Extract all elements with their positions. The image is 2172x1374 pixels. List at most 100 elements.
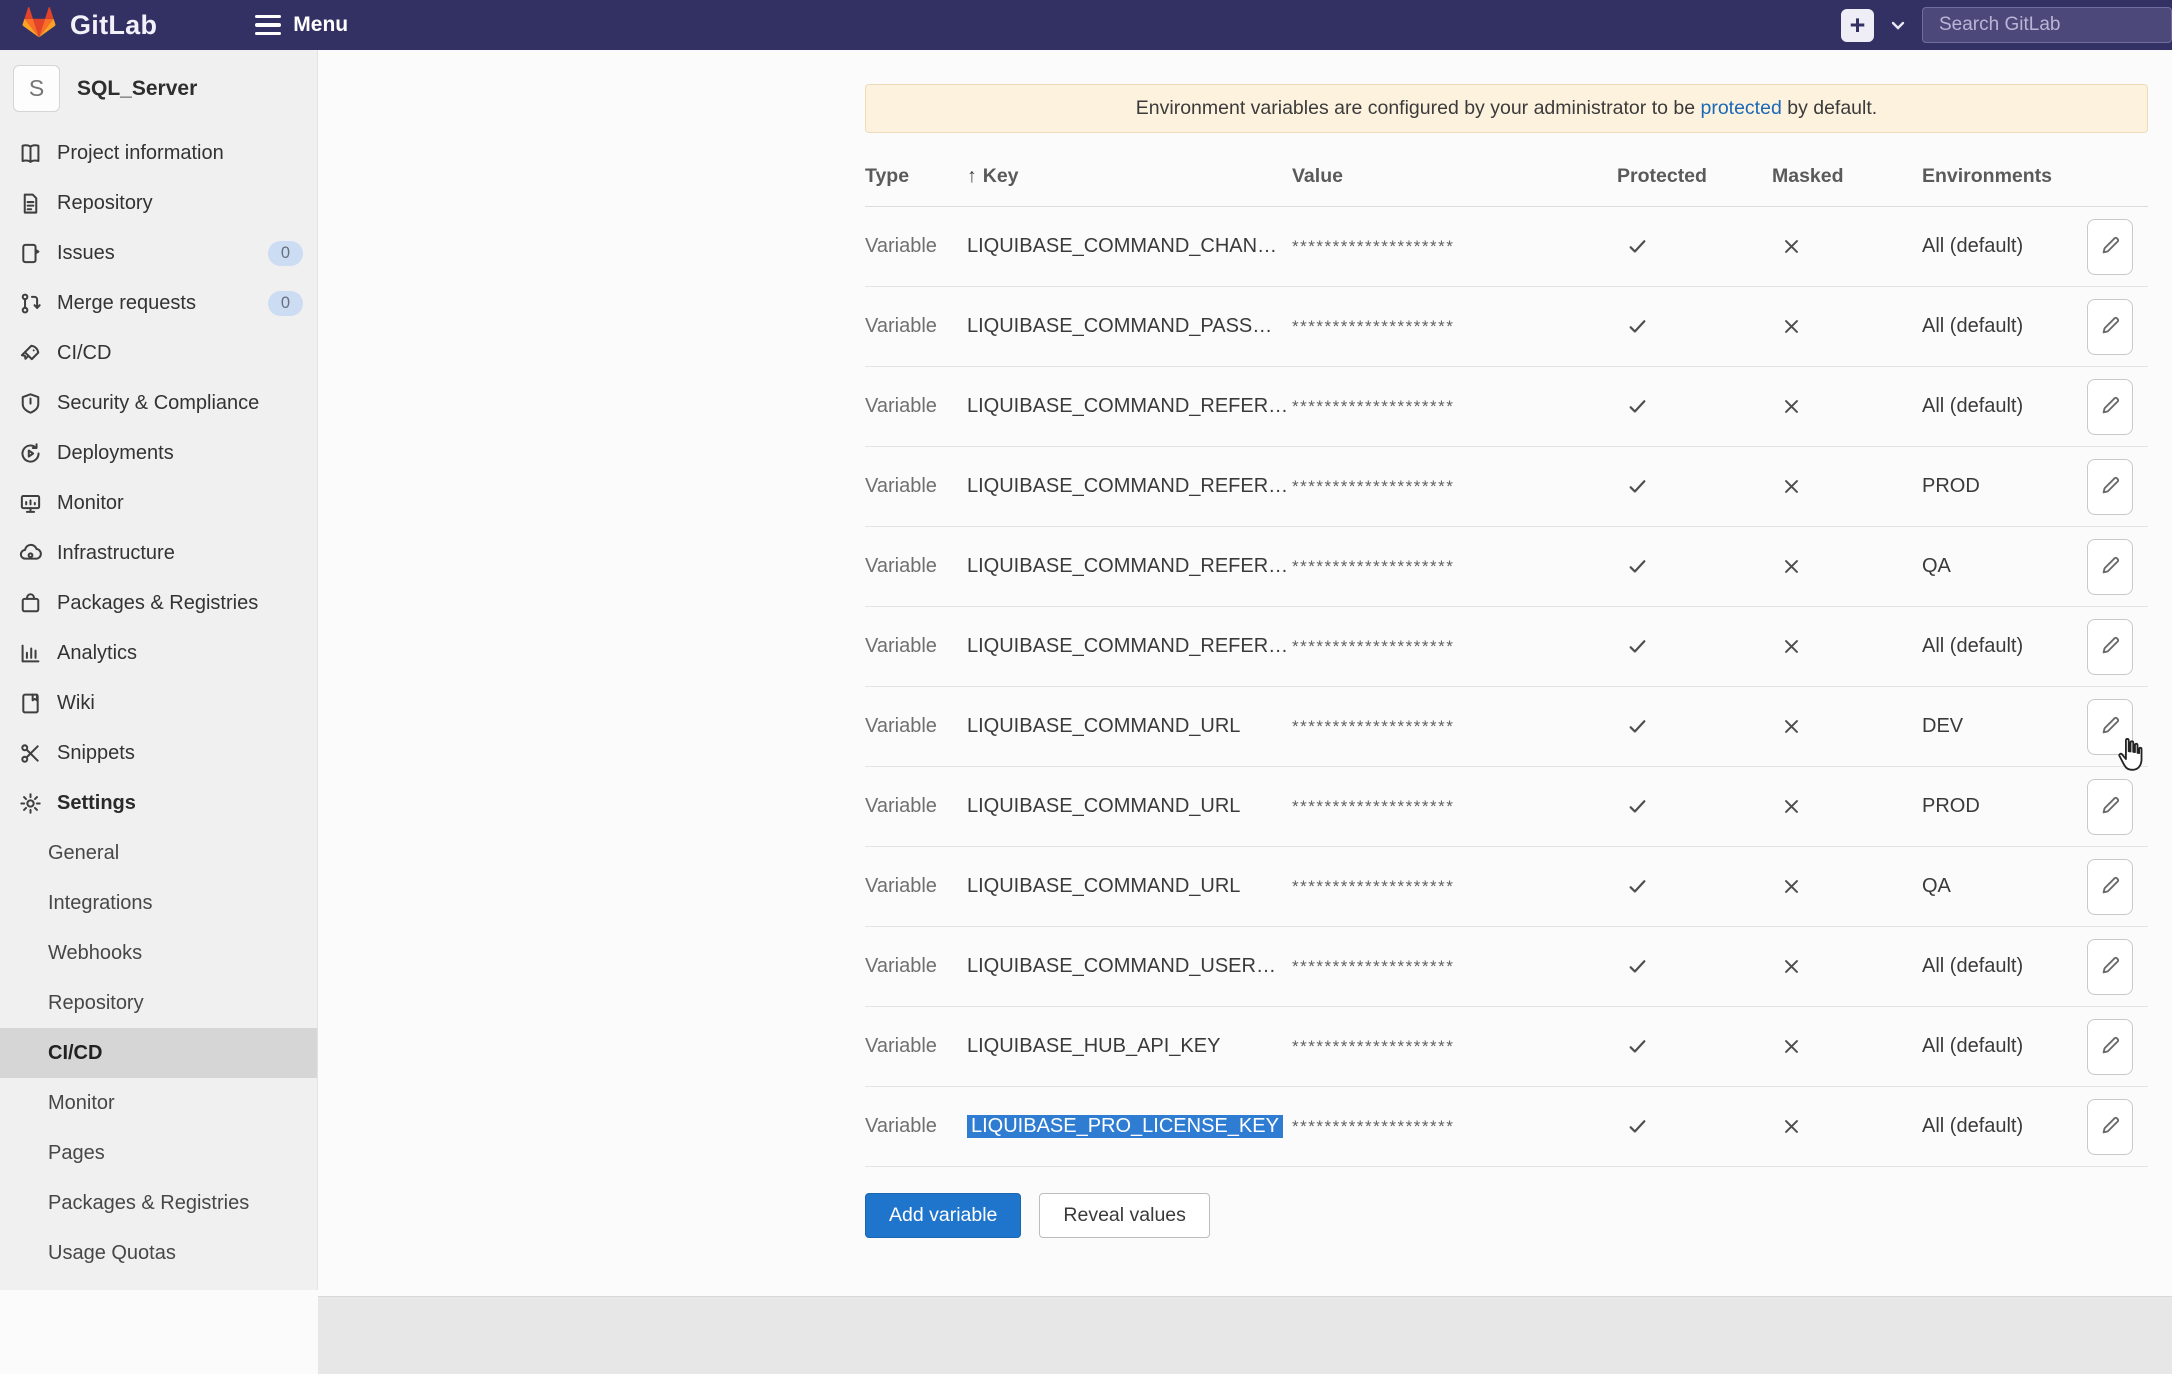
sidebar-item-snippets[interactable]: Snippets <box>0 728 317 778</box>
edit-variable-button[interactable] <box>2087 1019 2133 1075</box>
sidebar-subitem-integrations[interactable]: Integrations <box>0 878 317 928</box>
variable-key-text[interactable]: LIQUIBASE_COMMAND_REFER… <box>967 635 1288 657</box>
edit-variable-button[interactable] <box>2087 299 2133 355</box>
variable-key-text[interactable]: LIQUIBASE_COMMAND_URL <box>967 715 1240 737</box>
edit-variable-button[interactable] <box>2087 859 2133 915</box>
protected-check-icon <box>1617 1036 1772 1057</box>
sidebar-subitem-monitor[interactable]: Monitor <box>0 1078 317 1128</box>
variable-row: VariableLIQUIBASE_COMMAND_CHAN…*********… <box>865 207 2148 287</box>
masked-cross-icon <box>1772 397 1922 416</box>
variable-type: Variable <box>865 795 967 818</box>
plus-icon: + <box>1850 12 1866 39</box>
add-variable-button[interactable]: Add variable <box>865 1193 1021 1238</box>
masked-value: ******************** <box>1292 637 1617 657</box>
edit-variable-button[interactable] <box>2087 1099 2133 1155</box>
column-header-key[interactable]: ↑Key <box>967 165 1292 188</box>
variable-key-text[interactable]: LIQUIBASE_COMMAND_CHAN… <box>967 235 1277 257</box>
column-header-masked[interactable]: Masked <box>1772 165 1922 188</box>
sidebar-project-row[interactable]: S SQL_Server <box>0 50 317 128</box>
pencil-icon <box>2099 634 2122 660</box>
variable-type: Variable <box>865 555 967 578</box>
edit-variable-button[interactable] <box>2087 699 2133 755</box>
variable-key-text[interactable]: LIQUIBASE_COMMAND_REFER… <box>967 555 1288 577</box>
variable-key-text[interactable]: LIQUIBASE_COMMAND_USER… <box>967 955 1276 977</box>
sidebar-item-monitor[interactable]: Monitor <box>0 478 317 528</box>
new-item-button[interactable]: + <box>1841 9 1874 42</box>
variable-key: LIQUIBASE_COMMAND_URL <box>967 875 1292 898</box>
edit-variable-button[interactable] <box>2087 939 2133 995</box>
sidebar-item-label: Merge requests <box>57 292 196 315</box>
sidebar-item-repository[interactable]: Repository <box>0 178 317 228</box>
edit-variable-button[interactable] <box>2087 219 2133 275</box>
sidebar-item-settings[interactable]: Settings <box>0 778 317 828</box>
sidebar-item-label: Project information <box>57 142 224 165</box>
shield-icon <box>17 392 43 415</box>
variable-key-text[interactable]: LIQUIBASE_COMMAND_URL <box>967 875 1240 897</box>
edit-variable-button[interactable] <box>2087 459 2133 515</box>
variable-row: VariableLIQUIBASE_COMMAND_PASS…*********… <box>865 287 2148 367</box>
edit-variable-button[interactable] <box>2087 779 2133 835</box>
sidebar-subitem-repository[interactable]: Repository <box>0 978 317 1028</box>
variables-table-header: Type ↑Key Value Protected Masked Environ… <box>865 165 2148 207</box>
masked-cross-icon <box>1772 1037 1922 1056</box>
sidebar-item-wiki[interactable]: Wiki <box>0 678 317 728</box>
variable-key: LIQUIBASE_COMMAND_PASS… <box>967 315 1292 338</box>
sidebar-subitem-usage-quotas[interactable]: Usage Quotas <box>0 1228 317 1278</box>
pencil-icon <box>2099 794 2122 820</box>
sidebar-item-label: CI/CD <box>57 342 111 365</box>
column-header-value[interactable]: Value <box>1292 165 1617 188</box>
gitlab-tanuki-icon <box>22 6 56 44</box>
variable-key-text[interactable]: LIQUIBASE_COMMAND_REFER… <box>967 395 1288 417</box>
search-input[interactable] <box>1922 7 2172 43</box>
column-header-protected[interactable]: Protected <box>1617 165 1772 188</box>
column-header-environments[interactable]: Environments <box>1922 165 2087 188</box>
variable-key-text[interactable]: LIQUIBASE_COMMAND_PASS… <box>967 315 1272 337</box>
protected-link[interactable]: protected <box>1700 97 1781 120</box>
sidebar-subitem-webhooks[interactable]: Webhooks <box>0 928 317 978</box>
sidebar-item-merge-requests[interactable]: Merge requests0 <box>0 278 317 328</box>
gitlab-logo[interactable]: GitLab <box>22 6 157 44</box>
masked-value: ******************** <box>1292 477 1617 497</box>
masked-cross-icon <box>1772 1117 1922 1136</box>
sidebar-item-deployments[interactable]: Deployments <box>0 428 317 478</box>
selected-variable-key-text[interactable]: LIQUIBASE_PRO_LICENSE_KEY <box>967 1115 1283 1138</box>
variable-key-text[interactable]: LIQUIBASE_HUB_API_KEY <box>967 1035 1220 1057</box>
sidebar-subitem-ci-cd[interactable]: CI/CD <box>0 1028 317 1078</box>
snippets-icon <box>17 742 43 765</box>
sidebar-item-label: Snippets <box>57 742 135 765</box>
edit-variable-button[interactable] <box>2087 379 2133 435</box>
sidebar-item-infrastructure[interactable]: Infrastructure <box>0 528 317 578</box>
chevron-down-icon[interactable] <box>1890 17 1906 33</box>
sidebar-subitem-packages-registries[interactable]: Packages & Registries <box>0 1178 317 1228</box>
variable-type: Variable <box>865 715 967 738</box>
reveal-values-button[interactable]: Reveal values <box>1039 1193 1209 1238</box>
masked-cross-icon <box>1772 717 1922 736</box>
masked-value: ******************** <box>1292 717 1617 737</box>
sidebar-item-packages-registries[interactable]: Packages & Registries <box>0 578 317 628</box>
edit-variable-button[interactable] <box>2087 539 2133 595</box>
variable-key: LIQUIBASE_COMMAND_USER… <box>967 955 1292 978</box>
sidebar-item-issues[interactable]: Issues0 <box>0 228 317 278</box>
sidebar-item-ci-cd[interactable]: CI/CD <box>0 328 317 378</box>
sidebar-item-project-information[interactable]: Project information <box>0 128 317 178</box>
sidebar-subitem-general[interactable]: General <box>0 828 317 878</box>
sidebar-item-analytics[interactable]: Analytics <box>0 628 317 678</box>
sidebar-item-label: Monitor <box>57 492 124 515</box>
variable-key-text[interactable]: LIQUIBASE_COMMAND_URL <box>967 795 1240 817</box>
masked-cross-icon <box>1772 477 1922 496</box>
masked-cross-icon <box>1772 957 1922 976</box>
variable-type: Variable <box>865 235 967 258</box>
variable-type: Variable <box>865 635 967 658</box>
menu-label: Menu <box>293 13 348 37</box>
edit-variable-button[interactable] <box>2087 619 2133 675</box>
variable-row: VariableLIQUIBASE_COMMAND_REFER…********… <box>865 607 2148 687</box>
sidebar-item-security-compliance[interactable]: Security & Compliance <box>0 378 317 428</box>
column-header-type[interactable]: Type <box>865 165 967 188</box>
table-actions: Add variable Reveal values <box>865 1193 2148 1238</box>
sidebar-subitem-pages[interactable]: Pages <box>0 1128 317 1178</box>
menu-button[interactable]: Menu <box>255 13 348 37</box>
variable-key-text[interactable]: LIQUIBASE_COMMAND_REFER… <box>967 475 1288 497</box>
variable-environment: All (default) <box>1922 1035 2087 1058</box>
variable-row: VariableLIQUIBASE_COMMAND_REFER…********… <box>865 527 2148 607</box>
masked-cross-icon <box>1772 797 1922 816</box>
